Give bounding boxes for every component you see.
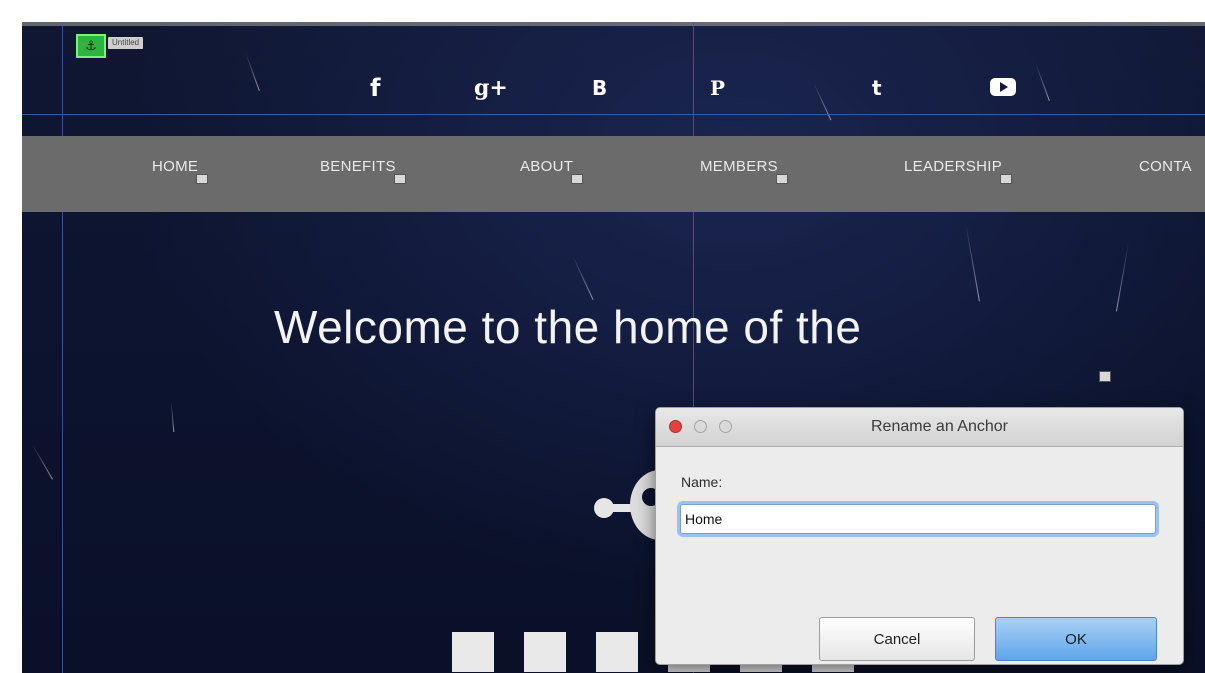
hero-title: Welcome to the home of the bbox=[274, 301, 862, 353]
youtube-icon[interactable] bbox=[990, 78, 1016, 96]
pinterest-icon[interactable]: P bbox=[710, 68, 725, 108]
anchor-tag: Untitled bbox=[108, 37, 144, 49]
name-input[interactable] bbox=[680, 504, 1156, 534]
nav-item-leadership[interactable]: LEADERSHIP bbox=[904, 158, 1013, 184]
dialog-title: Rename an Anchor bbox=[871, 418, 1008, 435]
nav-item-label: MEMBERS bbox=[700, 158, 778, 175]
facebook-icon[interactable]: f bbox=[370, 68, 380, 108]
blogger-icon[interactable]: B bbox=[592, 68, 607, 108]
dialog-titlebar[interactable]: Rename an Anchor bbox=[656, 408, 1183, 447]
guide-line-horizontal[interactable] bbox=[22, 114, 1205, 115]
star-streak bbox=[170, 402, 175, 432]
anchor-marker-icon[interactable] bbox=[1099, 371, 1111, 382]
star-streak bbox=[571, 254, 594, 300]
anchor-icon: ⚓ bbox=[85, 38, 97, 53]
nav-bar: HOME BENEFITS ABOUT MEMBERS LEADERSHIP C… bbox=[22, 136, 1205, 212]
anchor-marker-icon[interactable] bbox=[1000, 174, 1013, 184]
website-canvas: ⚓ Untitled f g+ B P t HOME BENEFITS ABOU… bbox=[22, 22, 1205, 673]
guide-line-vertical[interactable] bbox=[62, 22, 63, 673]
cancel-button[interactable]: Cancel bbox=[819, 617, 975, 661]
ok-button[interactable]: OK bbox=[995, 617, 1157, 661]
anchor-marker-icon[interactable] bbox=[393, 174, 406, 184]
nav-item-benefits[interactable]: BENEFITS bbox=[320, 158, 406, 184]
star-streak bbox=[965, 222, 980, 302]
twitter-icon[interactable]: t bbox=[872, 68, 882, 108]
nav-item-label: CONTA bbox=[1139, 158, 1192, 175]
nav-item-label: ABOUT bbox=[520, 158, 574, 175]
anchor-marker-icon[interactable] bbox=[775, 174, 788, 184]
anchor-badge[interactable]: ⚓ bbox=[76, 34, 106, 58]
star-streak bbox=[1115, 242, 1130, 312]
nav-item-label: HOME bbox=[152, 158, 199, 175]
nav-item-contact[interactable]: CONTA bbox=[1139, 158, 1192, 175]
google-plus-icon[interactable]: g+ bbox=[474, 68, 508, 108]
nav-item-home[interactable]: HOME bbox=[152, 158, 209, 184]
top-strip bbox=[22, 22, 1205, 26]
nav-item-members[interactable]: MEMBERS bbox=[700, 158, 788, 184]
name-label: Name: bbox=[681, 474, 723, 490]
social-icons-row: f g+ B P t bbox=[22, 68, 1205, 108]
anchor-marker-icon[interactable] bbox=[196, 174, 209, 184]
rename-anchor-dialog: Rename an Anchor Name: Cancel OK bbox=[655, 407, 1184, 665]
star-streak bbox=[32, 444, 53, 480]
nav-item-label: BENEFITS bbox=[320, 158, 396, 175]
nav-item-about[interactable]: ABOUT bbox=[520, 158, 584, 184]
nav-item-label: LEADERSHIP bbox=[904, 158, 1003, 175]
anchor-marker-icon[interactable] bbox=[571, 174, 584, 184]
